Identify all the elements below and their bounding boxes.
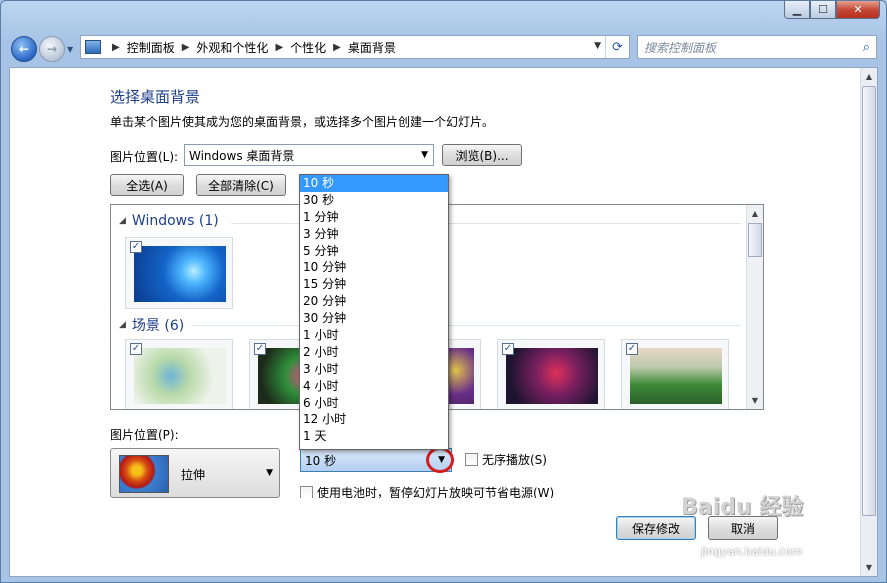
back-button[interactable]: ← (11, 36, 37, 62)
wallpaper-image (630, 348, 722, 404)
scroll-up-icon[interactable]: ▲ (861, 68, 877, 85)
breadcrumb-control-panel[interactable]: 控制面板 (127, 39, 175, 56)
scroll-thumb[interactable] (748, 223, 762, 257)
wallpaper-image (134, 246, 226, 302)
chevron-down-icon[interactable]: ◢ (119, 216, 126, 226)
refresh-button[interactable]: ⟳ (605, 36, 629, 58)
thumbnail-scene-4[interactable]: ✓ (497, 339, 605, 409)
search-input[interactable]: 搜索控制面板 ⌕ (637, 35, 877, 59)
browse-button[interactable]: 浏览(B)... (442, 144, 522, 166)
picker-scrollbar[interactable]: ▲ ▼ (746, 205, 763, 409)
dropdown-item[interactable]: 15 分钟 (300, 276, 448, 293)
dropdown-item[interactable]: 1 小时 (300, 327, 448, 344)
chevron-down-icon: ▼ (266, 468, 273, 478)
arrow-right-icon: → (46, 42, 58, 56)
address-bar[interactable]: ▶ 控制面板 ▶ 外观和个性化 ▶ 个性化 ▶ 桌面背景 ▼ ⟳ (80, 35, 630, 59)
breadcrumb-separator-icon[interactable]: ▶ (112, 42, 120, 53)
interval-value: 10 秒 (305, 453, 337, 468)
thumbnail-windows-1[interactable]: ✓ (125, 237, 233, 309)
checkbox-checked[interactable]: ✓ (626, 343, 638, 355)
group-header-windows[interactable]: ◢ Windows (1) (119, 213, 219, 229)
refresh-icon: ⟳ (612, 39, 623, 55)
position-preview-image (119, 455, 169, 493)
select-all-button[interactable]: 全选(A) (110, 174, 184, 196)
group-title: Windows (1) (131, 213, 219, 229)
dropdown-item[interactable]: 1 天 (300, 428, 448, 445)
dropdown-item[interactable]: 12 小时 (300, 411, 448, 428)
location-value: Windows 桌面背景 (189, 148, 295, 163)
dropdown-item[interactable]: 5 分钟 (300, 243, 448, 260)
checkbox-checked[interactable]: ✓ (130, 241, 142, 253)
shuffle-label[interactable]: 无序播放(S) (482, 451, 547, 468)
baidu-watermark: Baidu 经验 (681, 495, 804, 520)
position-value: 拉伸 (181, 468, 206, 482)
dropdown-item[interactable]: 3 小时 (300, 361, 448, 378)
dropdown-item[interactable]: 3 分钟 (300, 226, 448, 243)
maximize-button[interactable]: ☐ (810, 1, 836, 19)
breadcrumb-personalization[interactable]: 个性化 (290, 39, 326, 56)
breadcrumb-separator-icon[interactable]: ▶ (182, 42, 190, 53)
thumbnail-scene-1[interactable]: ✓ (125, 339, 233, 409)
checkbox-checked[interactable]: ✓ (254, 343, 266, 355)
group-header-scenes[interactable]: ◢ 场景 (6) (119, 315, 184, 335)
checkbox-checked[interactable]: ✓ (130, 343, 142, 355)
dropdown-item[interactable]: 10 秒 (300, 175, 448, 192)
thumbnail-scene-5[interactable]: ✓ (621, 339, 729, 409)
dropdown-item[interactable]: 30 秒 (300, 192, 448, 209)
baidu-watermark-url: jingyan.baidu.com (701, 545, 803, 558)
dropdown-item[interactable]: 20 分钟 (300, 293, 448, 310)
scroll-down-icon[interactable]: ▼ (861, 559, 877, 576)
scroll-down-icon[interactable]: ▼ (747, 392, 763, 409)
close-button[interactable]: ✕ (836, 1, 880, 19)
wallpaper-image (506, 348, 598, 404)
dropdown-item[interactable]: 4 小时 (300, 378, 448, 395)
minimize-button[interactable]: ▁ (784, 1, 810, 19)
chevron-down-icon[interactable]: ▼ (594, 41, 601, 51)
dropdown-item[interactable]: 6 小时 (300, 395, 448, 412)
forward-button[interactable]: → (39, 36, 65, 62)
location-label: 图片位置(L): (110, 150, 179, 164)
divider (193, 325, 741, 326)
shuffle-checkbox[interactable] (465, 453, 478, 466)
interval-dropdown-list[interactable]: 10 秒 30 秒 1 分钟 3 分钟 5 分钟 10 分钟 15 分钟 20 … (299, 174, 449, 450)
group-title: 场景 (6) (131, 318, 185, 334)
location-select[interactable]: Windows 桌面背景 ▼ (184, 144, 434, 166)
dropdown-item[interactable]: 2 小时 (300, 344, 448, 361)
breadcrumb-separator-icon[interactable]: ▶ (275, 42, 283, 53)
checkbox-checked[interactable]: ✓ (502, 343, 514, 355)
breadcrumb-desktop-background[interactable]: 桌面背景 (348, 39, 396, 56)
dropdown-item[interactable]: 1 分钟 (300, 209, 448, 226)
dropdown-item[interactable]: 10 分钟 (300, 259, 448, 276)
control-panel-window: ▁ ☐ ✕ ← → ▼ ▶ 控制面板 ▶ 外观和个性化 ▶ 个性化 ▶ 桌面背景… (0, 0, 887, 583)
wallpaper-image (134, 348, 226, 404)
breadcrumb-separator-icon[interactable]: ▶ (333, 42, 341, 53)
search-placeholder: 搜索控制面板 (644, 40, 717, 55)
content-scrollbar[interactable]: ▲ ▼ (860, 68, 877, 576)
recent-pages-dropdown[interactable]: ▼ (67, 45, 73, 54)
dropdown-item[interactable]: 30 分钟 (300, 310, 448, 327)
chevron-down-icon: ▼ (421, 150, 428, 160)
caption-buttons: ▁ ☐ ✕ (784, 1, 880, 19)
chevron-down-icon[interactable]: ◢ (119, 320, 126, 330)
page-subtitle: 单击某个图片使其成为您的桌面背景，或选择多个图片创建一个幻灯片。 (110, 115, 495, 129)
position-label: 图片位置(P): (110, 428, 179, 442)
search-icon[interactable]: ⌕ (863, 40, 870, 55)
page-title: 选择桌面背景 (110, 88, 201, 106)
clear-all-button[interactable]: 全部清除(C) (196, 174, 286, 196)
scroll-up-icon[interactable]: ▲ (747, 205, 763, 222)
highlight-circle (426, 447, 454, 473)
position-select[interactable]: 拉伸 ▼ (110, 448, 280, 498)
breadcrumb-appearance[interactable]: 外观和个性化 (196, 39, 268, 56)
scroll-thumb[interactable] (862, 86, 876, 516)
arrow-left-icon: ← (18, 42, 30, 56)
control-panel-icon (85, 40, 101, 54)
